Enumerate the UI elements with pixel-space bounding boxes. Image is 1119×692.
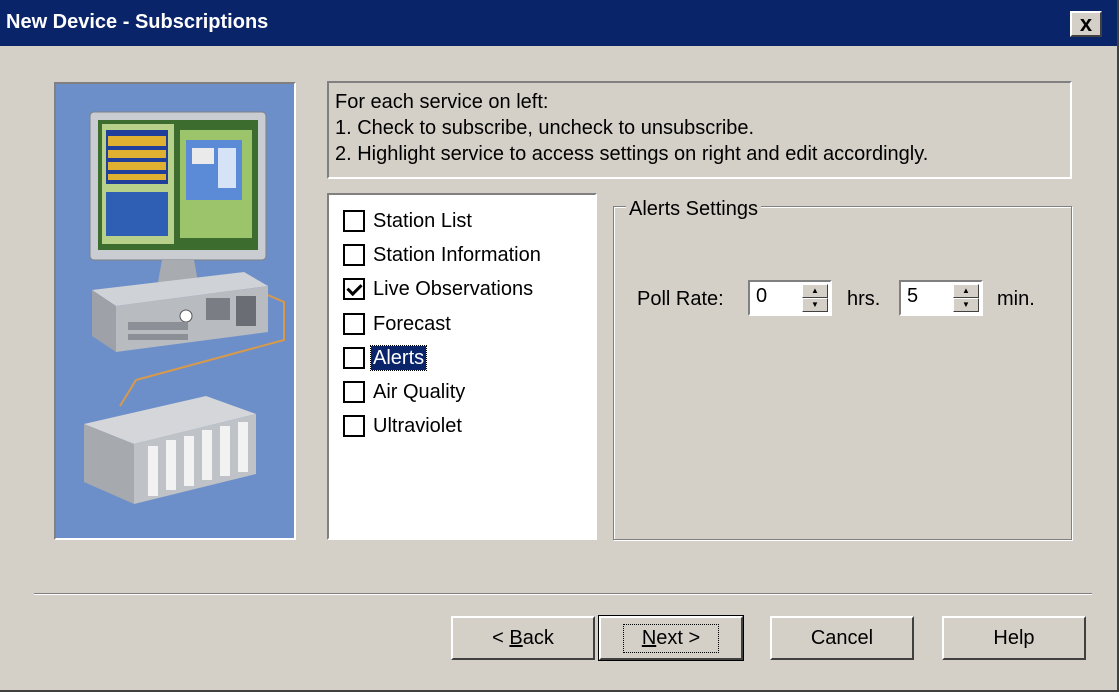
checkbox[interactable] [343, 210, 365, 232]
service-item-station-information[interactable]: Station Information [343, 241, 543, 269]
service-label: Forecast [373, 313, 451, 335]
cancel-button[interactable]: Cancel [770, 616, 914, 660]
help-button[interactable]: Help [942, 616, 1086, 660]
hours-spin-buttons: ▲ ▼ [802, 284, 828, 312]
cancel-button-label: Cancel [810, 626, 874, 649]
minutes-spinner[interactable]: 5 ▲ ▼ [899, 280, 983, 316]
service-label: Station List [373, 210, 472, 232]
instruction-line: 1. Check to subscribe, uncheck to unsubs… [335, 117, 755, 139]
group-title: Alerts Settings [626, 196, 761, 222]
arrow-up-icon[interactable]: ▲ [953, 284, 979, 298]
checkbox-checked[interactable] [343, 278, 365, 300]
hours-unit-label: hrs. [847, 288, 881, 310]
checkbox[interactable] [343, 415, 365, 437]
computer-plc-illustration [54, 82, 296, 540]
separator [34, 593, 1092, 595]
close-button[interactable]: x [1070, 11, 1102, 37]
poll-rate-label: Poll Rate: [637, 288, 724, 310]
next-button[interactable]: Next > [598, 615, 744, 661]
service-label: Ultraviolet [373, 415, 462, 437]
service-item-air-quality[interactable]: Air Quality [343, 378, 467, 406]
service-item-forecast[interactable]: Forecast [343, 310, 453, 338]
service-item-station-list[interactable]: Station List [343, 207, 474, 235]
minutes-value: 5 [907, 285, 919, 307]
arrow-down-icon[interactable]: ▼ [953, 298, 979, 312]
service-label: Live Observations [373, 278, 534, 300]
title-bar: New Device - Subscriptions x [0, 0, 1117, 46]
help-button-label: Help [993, 626, 1035, 649]
minutes-unit-label: min. [997, 288, 1035, 310]
service-list[interactable]: Station List Station Information Live Ob… [327, 193, 597, 540]
dialog-window: New Device - Subscriptions x For each se… [0, 0, 1119, 692]
close-icon: x [1079, 11, 1093, 36]
checkbox[interactable] [343, 244, 365, 266]
window-title: New Device - Subscriptions [6, 11, 269, 33]
instruction-line: For each service on left: [335, 91, 549, 113]
back-button[interactable]: < Back [451, 616, 595, 660]
service-label-selected: Alerts [369, 345, 428, 371]
back-button-label: < Back [492, 626, 554, 649]
checkbox[interactable] [343, 313, 365, 335]
arrow-down-icon[interactable]: ▼ [802, 298, 828, 312]
instruction-line: 2. Highlight service to access settings … [335, 143, 929, 165]
next-button-label: Next > [622, 623, 720, 653]
checkbox[interactable] [343, 381, 365, 403]
alerts-settings-group [613, 206, 1072, 540]
minutes-spin-buttons: ▲ ▼ [953, 284, 979, 312]
service-item-alerts[interactable]: Alerts [343, 344, 428, 372]
checkbox[interactable] [343, 347, 365, 369]
hours-value: 0 [756, 285, 768, 307]
arrow-up-icon[interactable]: ▲ [802, 284, 828, 298]
instructions-panel: For each service on left: 1. Check to su… [327, 81, 1072, 179]
hours-spinner[interactable]: 0 ▲ ▼ [748, 280, 832, 316]
service-label: Station Information [373, 244, 541, 266]
service-item-live-observations[interactable]: Live Observations [343, 275, 535, 303]
service-item-ultraviolet[interactable]: Ultraviolet [343, 412, 464, 440]
service-label: Air Quality [373, 381, 466, 403]
